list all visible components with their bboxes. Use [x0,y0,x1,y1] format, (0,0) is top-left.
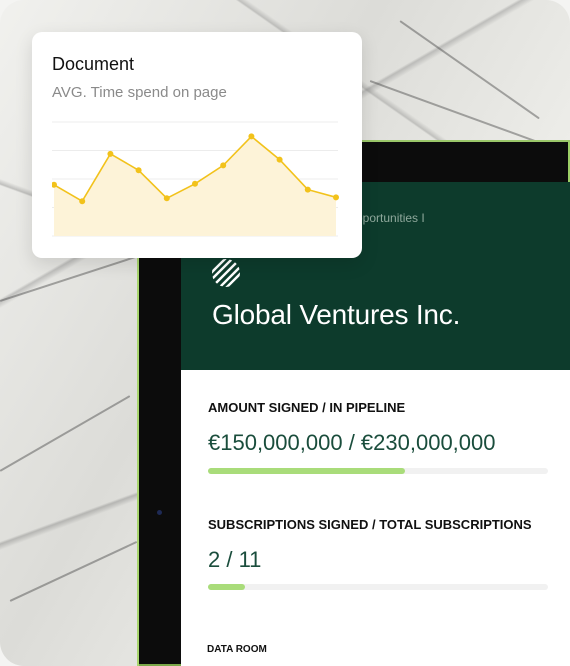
card-subtitle: AVG. Time spend on page [52,84,227,101]
subscriptions-progress-fill [208,584,246,590]
marble-vein [9,540,138,602]
chart-point[interactable] [192,180,198,187]
company-name: Global Ventures Inc. [212,299,461,330]
amount-progress-fill [208,468,406,474]
amount-label: AMOUNT SIGNED / IN PIPELINE [208,400,406,415]
card-title: Document [52,54,135,74]
metrics-panel: AMOUNT SIGNED / IN PIPELINE €150,000,000… [181,370,570,666]
company-logo-icon [212,259,240,287]
chart-point[interactable] [220,162,227,169]
chart-point[interactable] [135,167,142,174]
time-on-page-chart [52,121,339,237]
chart-point[interactable] [79,198,86,205]
chart-point[interactable] [304,186,311,193]
subscriptions-label: SUBSCRIPTIONS SIGNED / TOTAL SUBSCRIPTIO… [208,517,532,532]
amount-value: €150,000,000 / €230,000,000 [208,430,496,455]
chart-point[interactable] [107,150,114,157]
chart-point[interactable] [163,195,170,202]
camera-icon [157,510,162,515]
subscriptions-value: 2 / 11 [208,547,262,572]
marble-vein [0,395,131,472]
chart-point[interactable] [276,156,283,163]
subscriptions-progress-bar [208,584,548,590]
marble-vein [399,20,540,120]
chart-point[interactable] [333,194,339,201]
amount-progress-bar [208,468,548,474]
document-stats-card: Document AVG. Time spend on page [32,32,362,258]
chart-point[interactable] [248,133,255,140]
data-room-label[interactable]: DATA ROOM [207,644,267,655]
breadcrumb[interactable]: pportunities I [356,211,425,225]
